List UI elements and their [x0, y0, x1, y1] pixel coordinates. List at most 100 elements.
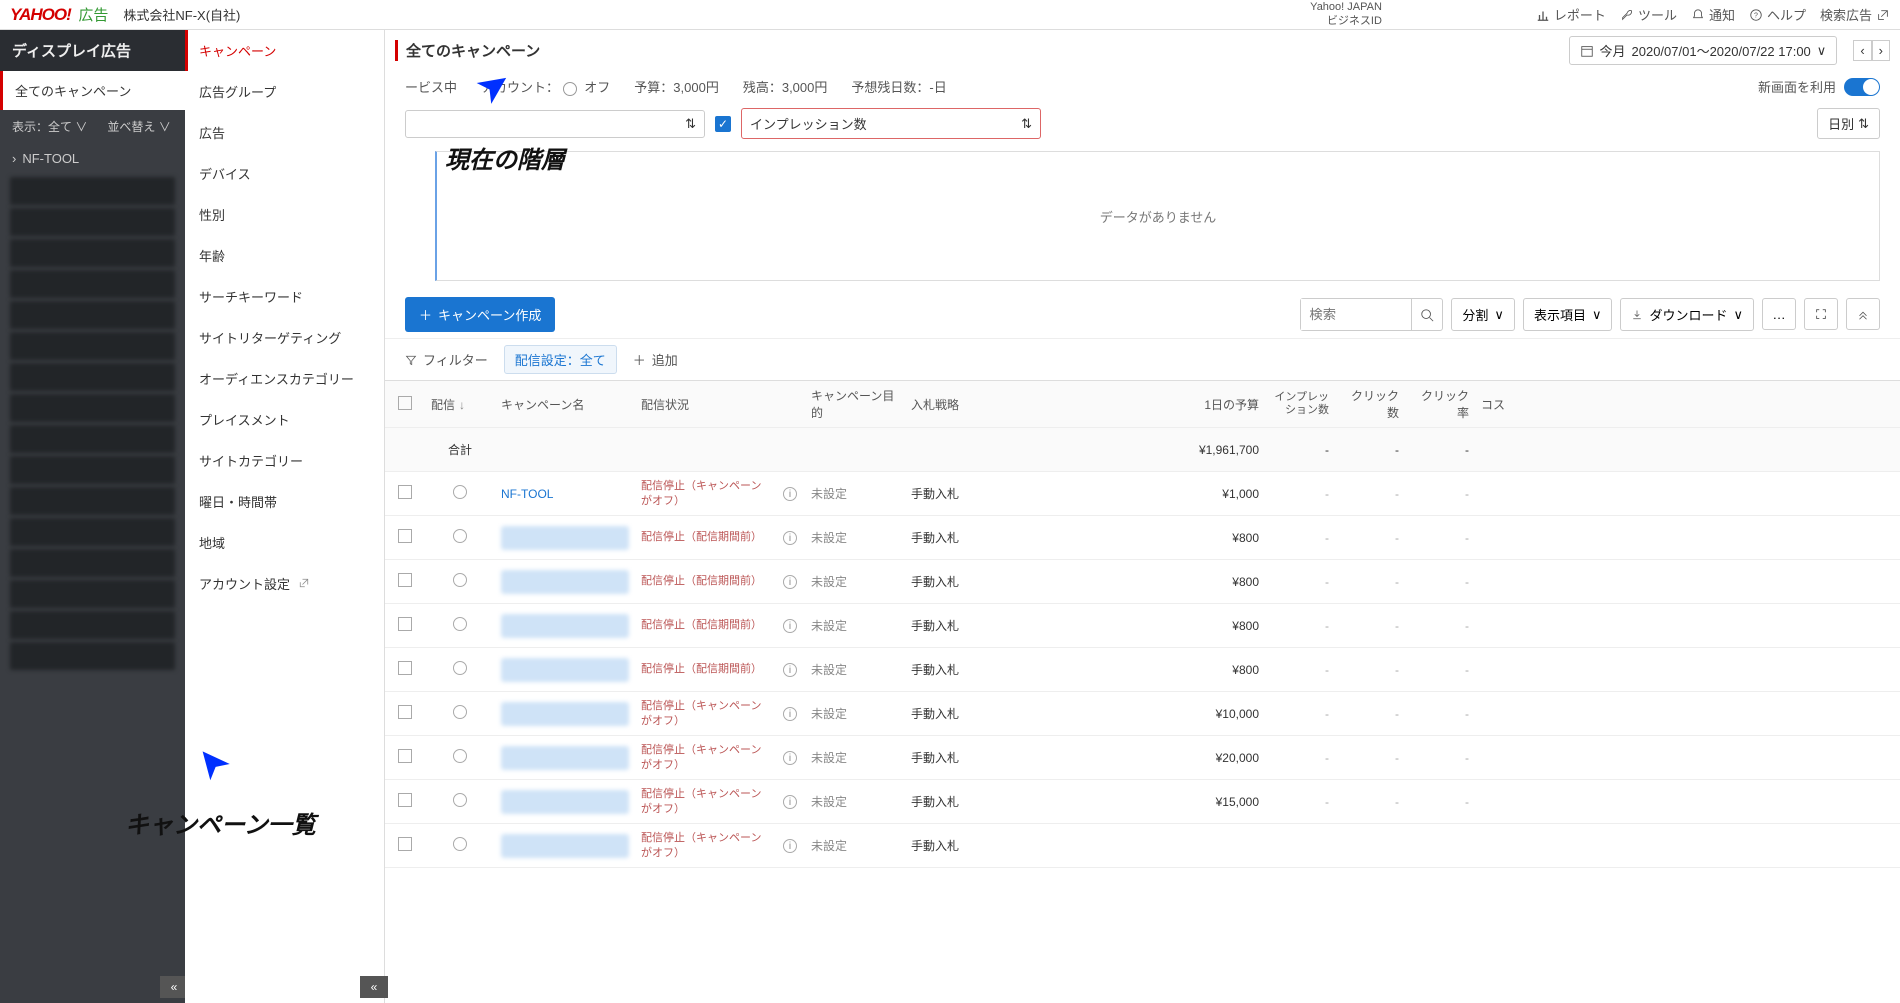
nav-ads[interactable]: 広告	[185, 112, 384, 153]
info-icon[interactable]: i	[783, 795, 797, 809]
row-checkbox[interactable]	[398, 617, 412, 631]
row-checkbox[interactable]	[398, 573, 412, 587]
new-ui-toggle[interactable]	[1844, 78, 1880, 96]
search-button[interactable]	[1411, 299, 1442, 330]
row-checkbox[interactable]	[398, 705, 412, 719]
nav-account-settings[interactable]: アカウント設定	[185, 563, 384, 604]
nav-campaign[interactable]: キャンペーン	[185, 30, 384, 71]
collapse-up-button[interactable]	[1846, 298, 1880, 330]
delivery-toggle[interactable]	[453, 661, 467, 675]
col-clicks[interactable]: クリック数	[1335, 381, 1405, 427]
metric-selector-2[interactable]: インプレッション数⇅	[741, 108, 1041, 139]
tree-item-nftool[interactable]: › NF-TOOL	[0, 143, 185, 174]
delivery-toggle[interactable]	[453, 617, 467, 631]
row-checkbox[interactable]	[398, 529, 412, 543]
granularity-selector[interactable]: 日別⇅	[1817, 108, 1880, 139]
col-budget[interactable]: 1日の予算	[1155, 390, 1265, 419]
info-icon[interactable]: i	[783, 531, 797, 545]
table-row: 配信停止（配信期間前） i 未設定 手動入札 ¥800 - - -	[385, 604, 1900, 648]
chevron-down-icon: ∨	[1494, 307, 1504, 323]
delivery-toggle[interactable]	[453, 573, 467, 587]
all-campaigns-nav[interactable]: 全てのキャンペーン	[0, 71, 185, 110]
create-campaign-button[interactable]: ＋ キャンペーン作成	[405, 297, 555, 332]
nav-gender[interactable]: 性別	[185, 194, 384, 235]
company-name[interactable]: 株式会社NF-X(自社)	[123, 5, 240, 24]
display-items-button[interactable]: 表示項目 ∨	[1523, 298, 1613, 331]
col-objective[interactable]: キャンペーン目的	[805, 381, 905, 427]
more-button[interactable]: …	[1762, 298, 1796, 330]
col-bid[interactable]: 入札戦略	[905, 390, 1155, 419]
delivery-toggle[interactable]	[453, 837, 467, 851]
nav-retargeting[interactable]: サイトリターゲティング	[185, 317, 384, 358]
col-cost[interactable]: コス	[1475, 390, 1515, 419]
delivery-toggle[interactable]	[453, 749, 467, 763]
status-cell: 配信停止（キャンペーンがオフ）	[635, 693, 775, 734]
bid-cell: 手動入札	[905, 787, 1155, 816]
collapse-sidebar2[interactable]: «	[360, 976, 388, 998]
info-icon[interactable]: i	[783, 575, 797, 589]
row-checkbox[interactable]	[398, 749, 412, 763]
nav-site-category[interactable]: サイトカテゴリー	[185, 440, 384, 481]
date-range-picker[interactable]: 今月 2020/07/01〜2020/07/22 17:00 ∨	[1569, 36, 1838, 65]
search-input[interactable]	[1301, 299, 1411, 330]
next-period[interactable]: ›	[1872, 40, 1890, 61]
col-status[interactable]: 配信状況	[635, 390, 775, 419]
delivery-toggle[interactable]	[453, 485, 467, 499]
add-filter-button[interactable]: ＋ 追加	[633, 350, 678, 369]
info-icon[interactable]: i	[783, 707, 797, 721]
campaign-name-cell[interactable]: NF-TOOL	[495, 481, 635, 507]
delivery-toggle[interactable]	[453, 705, 467, 719]
collapse-sidebar1[interactable]: «	[160, 976, 188, 998]
nav-device[interactable]: デバイス	[185, 153, 384, 194]
nav-region[interactable]: 地域	[185, 522, 384, 563]
row-checkbox[interactable]	[398, 793, 412, 807]
logo-main: YAHOO!	[10, 5, 71, 24]
wrench-icon	[1620, 8, 1634, 22]
ctr-cell	[1405, 840, 1475, 852]
download-icon	[1631, 309, 1643, 321]
display-filter[interactable]: 表示：全て ∨	[12, 118, 87, 135]
info-icon[interactable]: i	[783, 663, 797, 677]
nav-age[interactable]: 年齢	[185, 235, 384, 276]
info-icon[interactable]: i	[783, 487, 797, 501]
info-icon[interactable]: i	[783, 751, 797, 765]
notify-link[interactable]: 通知	[1691, 5, 1735, 24]
col-campaign-name[interactable]: キャンペーン名	[495, 390, 635, 419]
ctr-cell: -	[1405, 569, 1475, 595]
col-ctr[interactable]: クリック率	[1405, 381, 1475, 427]
prev-period[interactable]: ‹	[1853, 40, 1871, 61]
search-ads-link[interactable]: 検索広告	[1820, 5, 1890, 24]
nav-search-kw[interactable]: サーチキーワード	[185, 276, 384, 317]
metric-checkbox[interactable]: ✓	[715, 116, 731, 132]
nav-dayhour[interactable]: 曜日・時間帯	[185, 481, 384, 522]
imp-cell	[1265, 840, 1335, 852]
filter-button[interactable]: フィルター	[405, 350, 488, 369]
table-row: NF-TOOL 配信停止（キャンペーンがオフ） i 未設定 手動入札 ¥1,00…	[385, 472, 1900, 516]
table-row: 配信停止（配信期間前） i 未設定 手動入札 ¥800 - - -	[385, 560, 1900, 604]
info-icon[interactable]: i	[783, 839, 797, 853]
delivery-filter[interactable]: 配信設定：全て	[504, 345, 617, 374]
row-checkbox[interactable]	[398, 661, 412, 675]
sort-filter[interactable]: 並べ替え ∨	[107, 118, 170, 135]
delivery-toggle[interactable]	[453, 793, 467, 807]
help-link[interactable]: ? ヘルプ	[1749, 5, 1806, 24]
col-impressions[interactable]: インプレッション数	[1265, 385, 1335, 423]
col-delivery[interactable]: 配信↓	[425, 390, 495, 419]
tool-link[interactable]: ツール	[1620, 5, 1677, 24]
metric-selector-1[interactable]: ⇅	[405, 110, 705, 138]
download-button[interactable]: ダウンロード ∨	[1620, 298, 1754, 331]
expand-button[interactable]	[1804, 298, 1838, 330]
select-all-checkbox[interactable]	[398, 396, 412, 410]
info-icon[interactable]: i	[783, 619, 797, 633]
nav-audience[interactable]: オーディエンスカテゴリー	[185, 358, 384, 399]
row-checkbox[interactable]	[398, 485, 412, 499]
campaign-name-cell	[495, 564, 635, 600]
row-checkbox[interactable]	[398, 837, 412, 851]
nav-adgroup[interactable]: 広告グループ	[185, 71, 384, 112]
logo[interactable]: YAHOO! 広告	[10, 4, 108, 25]
bell-icon	[1691, 8, 1705, 22]
delivery-toggle[interactable]	[453, 529, 467, 543]
report-link[interactable]: レポート	[1536, 5, 1606, 24]
nav-placement[interactable]: プレイスメント	[185, 399, 384, 440]
split-button[interactable]: 分割 ∨	[1451, 298, 1515, 331]
